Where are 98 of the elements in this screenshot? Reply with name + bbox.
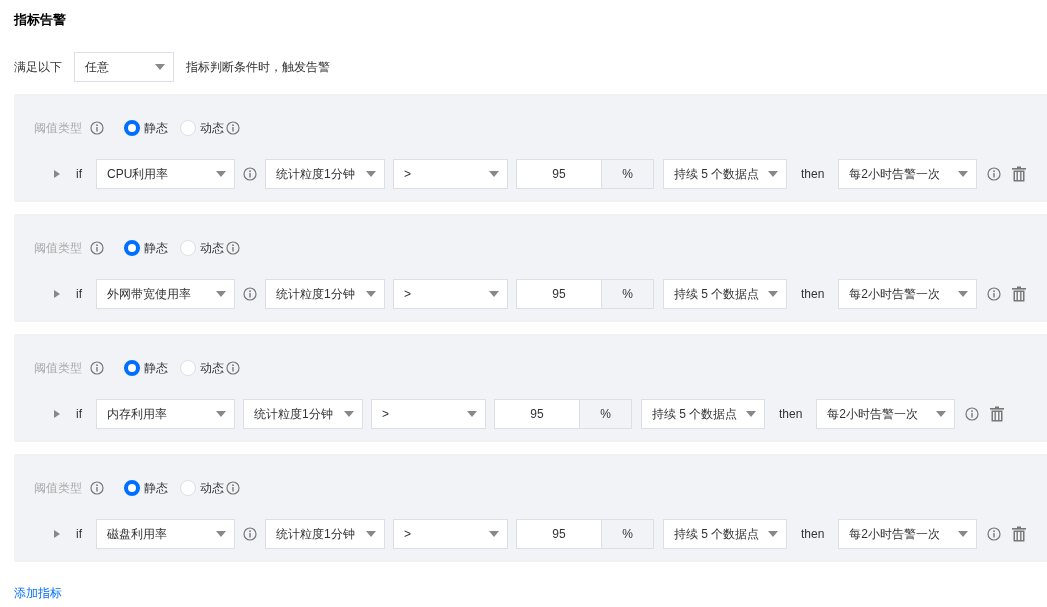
radio-option[interactable]: 静态 — [124, 119, 168, 137]
radio-option[interactable]: 静态 — [124, 479, 168, 497]
unit-addon: % — [580, 399, 632, 429]
expand-icon[interactable] — [54, 170, 60, 178]
operator-select[interactable]: > — [393, 279, 508, 309]
caret-icon — [958, 531, 969, 537]
condition-label: 满足以下 — [14, 59, 62, 76]
caret-icon — [768, 171, 778, 177]
unit-addon: % — [602, 279, 654, 309]
operator-select[interactable]: > — [393, 159, 508, 189]
caret-icon — [467, 411, 477, 417]
metric-select[interactable]: 外网带宽使用率 — [96, 279, 235, 309]
caret-icon — [366, 531, 376, 537]
info-icon — [987, 287, 1002, 301]
caret-icon — [936, 411, 947, 417]
caret-icon — [216, 531, 226, 537]
radio-option[interactable]: 动态 — [180, 119, 240, 137]
add-metric-link[interactable]: 添加指标 — [14, 584, 62, 602]
caret-icon — [489, 531, 499, 537]
unit-addon: % — [602, 159, 654, 189]
info-icon — [987, 167, 1002, 181]
threshold-type-label: 阈值类型 — [34, 120, 82, 137]
caret-icon — [216, 411, 226, 417]
radio-option[interactable]: 动态 — [180, 479, 240, 497]
then-label: then — [801, 526, 825, 543]
section-title: 指标告警 — [14, 11, 67, 29]
duration-select[interactable]: 持续 5 个数据点 — [663, 159, 787, 189]
period-select[interactable]: 统计粒度1分钟 — [243, 399, 363, 429]
unit-addon: % — [602, 519, 654, 549]
match-select[interactable]: 任意 — [74, 52, 174, 82]
info-icon — [987, 527, 1002, 541]
condition-label: 指标判断条件时，触发告警 — [186, 59, 330, 76]
delete-icon[interactable] — [989, 406, 1006, 422]
if-label: if — [76, 166, 82, 183]
duration-select[interactable]: 持续 5 个数据点 — [663, 279, 787, 309]
then-label: then — [801, 166, 825, 183]
caret-icon — [216, 171, 226, 177]
info-icon — [226, 361, 240, 375]
radio-option[interactable]: 静态 — [124, 239, 168, 257]
if-label: if — [76, 526, 82, 543]
caret-icon — [155, 64, 165, 70]
radio-button[interactable] — [124, 120, 140, 136]
operator-select[interactable]: > — [371, 399, 486, 429]
info-icon — [90, 121, 104, 135]
period-select[interactable]: 统计粒度1分钟 — [265, 279, 385, 309]
threshold-type-label: 阈值类型 — [34, 360, 82, 377]
value-input[interactable]: 95 — [516, 159, 602, 189]
caret-icon — [746, 411, 756, 417]
threshold-type-label: 阈值类型 — [34, 240, 82, 257]
delete-icon[interactable] — [1011, 526, 1028, 542]
then-label: then — [779, 406, 803, 423]
value-input[interactable]: 95 — [494, 399, 580, 429]
caret-icon — [366, 291, 376, 297]
radio-option[interactable]: 动态 — [180, 359, 240, 377]
caret-icon — [768, 291, 778, 297]
then-label: then — [801, 286, 825, 303]
period-select[interactable]: 统计粒度1分钟 — [265, 519, 385, 549]
info-icon — [90, 241, 104, 255]
radio-option[interactable]: 动态 — [180, 239, 240, 257]
delete-icon[interactable] — [1011, 166, 1028, 182]
expand-icon[interactable] — [54, 410, 60, 418]
caret-icon — [489, 171, 499, 177]
if-label: if — [76, 286, 82, 303]
delete-icon[interactable] — [1011, 286, 1028, 302]
period-select[interactable]: 统计粒度1分钟 — [265, 159, 385, 189]
info-icon — [90, 361, 104, 375]
caret-icon — [366, 171, 376, 177]
operator-select[interactable]: > — [393, 519, 508, 549]
caret-icon — [489, 291, 499, 297]
frequency-select[interactable]: 每2小时告警一次 — [838, 519, 978, 549]
radio-option[interactable]: 静态 — [124, 359, 168, 377]
caret-icon — [216, 291, 226, 297]
radio-button[interactable] — [124, 480, 140, 496]
if-label: if — [76, 406, 82, 423]
frequency-select[interactable]: 每2小时告警一次 — [838, 159, 978, 189]
threshold-type-label: 阈值类型 — [34, 480, 82, 497]
expand-icon[interactable] — [54, 530, 60, 538]
caret-icon — [958, 291, 969, 297]
duration-select[interactable]: 持续 5 个数据点 — [663, 519, 787, 549]
caret-icon — [768, 531, 778, 537]
expand-icon[interactable] — [54, 290, 60, 298]
info-icon — [90, 481, 104, 495]
value-input[interactable]: 95 — [516, 279, 602, 309]
info-icon — [226, 481, 240, 495]
metric-select[interactable]: 内存利用率 — [96, 399, 235, 429]
radio-button[interactable] — [124, 240, 140, 256]
duration-select[interactable]: 持续 5 个数据点 — [641, 399, 765, 429]
info-icon — [226, 121, 240, 135]
metric-select[interactable]: CPU利用率 — [96, 159, 235, 189]
radio-button[interactable] — [124, 360, 140, 376]
caret-icon — [344, 411, 354, 417]
info-icon — [965, 407, 980, 421]
value-input[interactable]: 95 — [516, 519, 602, 549]
frequency-select[interactable]: 每2小时告警一次 — [816, 399, 956, 429]
caret-icon — [958, 171, 969, 177]
frequency-select[interactable]: 每2小时告警一次 — [838, 279, 978, 309]
info-icon — [226, 241, 240, 255]
metric-select[interactable]: 磁盘利用率 — [96, 519, 235, 549]
